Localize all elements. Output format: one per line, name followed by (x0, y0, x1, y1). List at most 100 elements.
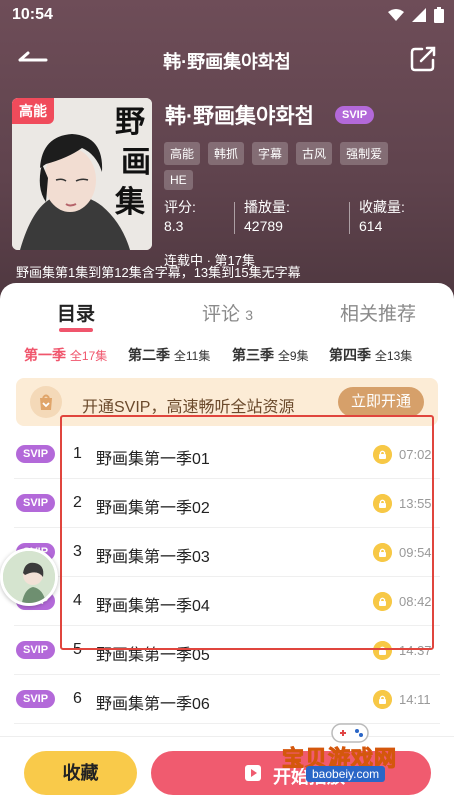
tag[interactable]: 字幕 (252, 142, 289, 165)
tab-label: 相关推荐 (340, 304, 417, 325)
nav-bar: 韩·野画集야화첩 (0, 40, 454, 80)
season-count: 全11集 (173, 349, 211, 363)
nav-title: 韩·野画集야화첩 (163, 52, 291, 72)
battery-icon (434, 7, 444, 23)
stat-value: 8.3 (164, 218, 184, 234)
episode-row[interactable]: SVIP 3 野画集第一季03 09:54 (0, 528, 454, 577)
season-4[interactable]: 第四季 全13集 (329, 345, 412, 365)
episode-number: 1 (73, 445, 82, 462)
season-name: 第三季 (232, 347, 274, 363)
episode-row[interactable]: SVIP 5 野画集第一季05 14:37 (0, 626, 454, 675)
open-svip-button[interactable]: 立即开通 (338, 387, 424, 417)
season-2[interactable]: 第二季 全11集 (128, 345, 210, 365)
vip-bag-icon (30, 386, 62, 418)
season-count: 全17集 (69, 349, 108, 363)
lock-icon (373, 445, 392, 464)
season-name: 第四季 (329, 347, 371, 363)
episode-duration: 14:37 (399, 643, 432, 658)
book-stats: 评分: 8.3 播放量: 42789 收藏量: 614 (164, 198, 444, 238)
stat-favorites: 收藏量: 614 (359, 198, 405, 236)
lock-icon (373, 494, 392, 513)
book-title: 韩·野画集야화첩 (165, 105, 314, 128)
lock-icon (373, 543, 392, 562)
tag[interactable]: HE (164, 170, 193, 190)
stat-value: 614 (359, 218, 383, 234)
tab-comments[interactable]: 评论 3 (202, 299, 253, 326)
episode-number: 2 (73, 494, 82, 511)
episode-duration: 08:42 (399, 594, 432, 609)
season-selector: 第一季 全17集 第二季 全11集 第三季 全9集 第四季 全13集 (0, 345, 454, 369)
tab-recommend[interactable]: 相关推荐 (340, 299, 416, 326)
tag[interactable]: 强制爱 (340, 142, 389, 165)
svip-badge: SVIP (16, 690, 56, 708)
episode-duration: 07:02 (399, 447, 432, 462)
svg-text:野: 野 (115, 105, 145, 140)
episode-duration: 09:54 (399, 545, 432, 560)
tag[interactable]: 韩抓 (208, 142, 245, 165)
episode-list: SVIP 1 野画集第一季01 07:02 SVIP 2 野画集第一季02 13… (0, 430, 454, 724)
stat-divider (234, 202, 235, 234)
episode-duration: 13:55 (399, 496, 432, 511)
lock-icon (373, 592, 392, 611)
floating-player-thumbnail[interactable] (0, 548, 58, 606)
svip-promo-banner[interactable]: 开通SVIP，高速畅听全站资源 立即开通 (16, 378, 438, 426)
season-name: 第一季 (24, 347, 66, 363)
episode-title: 野画集第一季06 (96, 696, 210, 713)
stat-plays: 播放量: 42789 (244, 198, 290, 236)
play-label: 开始播放 (273, 767, 345, 787)
episode-title: 野画集第一季05 (96, 647, 210, 664)
season-3[interactable]: 第三季 全9集 (232, 345, 309, 365)
tab-catalog[interactable]: 目录 (57, 299, 95, 326)
stat-divider (349, 202, 350, 234)
svip-badge: SVIP (16, 494, 56, 512)
episode-title: 野画集第一季03 (96, 549, 210, 566)
stat-label: 评分: (164, 199, 196, 215)
tab-label: 目录 (57, 304, 96, 325)
status-time: 10:54 (12, 6, 53, 23)
season-count: 全13集 (374, 349, 413, 363)
tab-indicator (59, 328, 93, 332)
book-description: 野画集第1集到第12集含字幕，13集到15集无字幕 (16, 265, 301, 280)
svip-badge: SVIP (335, 106, 375, 124)
status-bar: 10:54 (0, 0, 454, 30)
signal-icon (412, 8, 426, 22)
season-name: 第二季 (128, 347, 170, 363)
tab-label: 评论 (202, 304, 241, 325)
episode-number: 5 (73, 641, 82, 658)
favorite-button[interactable]: 收藏 (24, 751, 137, 795)
stat-value: 42789 (244, 218, 283, 234)
tag[interactable]: 高能 (164, 142, 201, 165)
book-cover[interactable]: 高能 野 画 集 (12, 98, 152, 250)
status-icons (388, 7, 444, 23)
content-panel: 目录 评论 3 相关推荐 第一季 全17集 第二季 全11集 第三季 全9集 第… (0, 283, 454, 807)
stat-label: 收藏量: (359, 199, 405, 215)
tag[interactable]: 古风 (296, 142, 333, 165)
start-play-button[interactable]: 开始播放 (151, 751, 431, 795)
season-1[interactable]: 第一季 全17集 (24, 345, 107, 365)
episode-number: 3 (73, 543, 82, 560)
episode-title: 野画集第一季02 (96, 500, 210, 517)
svip-badge: SVIP (16, 445, 56, 463)
bottom-action-bar: 收藏 开始播放 (0, 736, 454, 807)
tab-bar: 目录 评论 3 相关推荐 (0, 283, 454, 335)
play-icon (245, 765, 261, 781)
episode-duration: 14:11 (399, 692, 431, 707)
svg-text:画: 画 (121, 145, 151, 180)
episode-row[interactable]: SVIP 1 野画集第一季01 07:02 (0, 430, 454, 479)
stat-label: 播放量: (244, 199, 290, 215)
episode-row[interactable]: SVIP 6 野画集第一季06 14:11 (0, 675, 454, 724)
episode-number: 4 (73, 592, 82, 609)
episode-row[interactable]: SVIP 2 野画集第一季02 13:55 (0, 479, 454, 528)
season-count: 全9集 (277, 349, 309, 363)
svip-badge: SVIP (16, 641, 56, 659)
lock-icon (373, 690, 392, 709)
episode-row[interactable]: SVIP 4 野画集第一季04 08:42 (0, 577, 454, 626)
episode-title: 野画集第一季01 (96, 451, 210, 468)
lock-icon (373, 641, 392, 660)
tag-list: 高能 韩抓 字幕 古风 强制爱 HE (164, 142, 414, 190)
share-icon[interactable] (408, 44, 438, 74)
promo-text: 开通SVIP，高速畅听全站资源 (82, 399, 295, 416)
episode-number: 6 (73, 690, 82, 707)
book-header: 10:54 韩·野画集야화첩 高能 野 画 集 韩·野画集야화첩 SVIP 高能… (0, 0, 454, 300)
stat-rating: 评分: 8.3 (164, 198, 196, 236)
